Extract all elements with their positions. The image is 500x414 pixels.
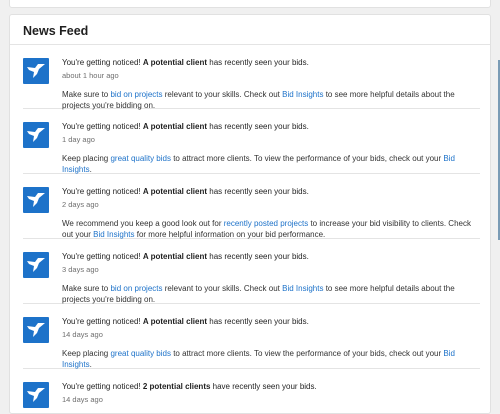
timestamp: 2 days ago — [62, 199, 99, 209]
feed-headline: You're getting noticed! 2 potential clie… — [62, 382, 317, 391]
feed-item: You're getting noticed! A potential clie… — [23, 109, 480, 174]
bid-on-projects-link[interactable]: bid on projects — [110, 284, 162, 293]
client-count: A potential client — [142, 122, 208, 131]
timestamp: 14 days ago — [62, 329, 103, 339]
feed-description: Keep placing great quality bids to attra… — [62, 154, 455, 174]
freelancer-bird-icon — [23, 58, 49, 84]
bid-insights-link[interactable]: Bid Insights — [282, 284, 323, 293]
great-quality-bids-link[interactable]: great quality bids — [110, 154, 170, 163]
feed-headline: You're getting noticed! A potential clie… — [62, 122, 309, 131]
client-count: A potential client — [142, 252, 208, 261]
previous-card — [9, 0, 491, 8]
news-feed-title: News Feed — [23, 24, 89, 38]
recently-posted-projects-link[interactable]: recently posted projects — [224, 219, 309, 228]
feed-item: You're getting noticed! A potential clie… — [23, 174, 480, 239]
feed-description: Make sure to bid on projects relevant to… — [62, 284, 455, 304]
feed-item: You're getting noticed! A potential clie… — [23, 239, 480, 304]
freelancer-bird-icon — [23, 317, 49, 343]
feed-headline: You're getting noticed! A potential clie… — [62, 187, 309, 196]
client-count: A potential client — [142, 58, 208, 67]
bid-insights-link[interactable]: Bid Insights — [93, 230, 134, 239]
timestamp: 3 days ago — [62, 264, 99, 274]
timestamp: 1 day ago — [62, 134, 95, 144]
feed-description: Keep placing great quality bids to attra… — [62, 349, 455, 369]
client-count: A potential client — [142, 317, 208, 326]
news-feed-card: News Feed You're getting noticed! A pote… — [9, 14, 491, 414]
bid-on-projects-link[interactable]: bid on projects — [110, 90, 162, 99]
freelancer-bird-icon — [23, 252, 49, 278]
client-count: A potential client — [142, 187, 208, 196]
client-count: 2 potential clients — [142, 382, 211, 391]
bid-insights-link[interactable]: Bid Insights — [282, 90, 323, 99]
feed-description: We recommend you keep a good look out fo… — [62, 219, 471, 239]
feed-headline: You're getting noticed! A potential clie… — [62, 252, 309, 261]
timestamp: about 1 hour ago — [62, 70, 119, 80]
great-quality-bids-link[interactable]: great quality bids — [110, 349, 170, 358]
feed-item: You're getting noticed! A potential clie… — [23, 45, 480, 110]
feed-headline: You're getting noticed! A potential clie… — [62, 317, 309, 326]
feed-headline: You're getting noticed! A potential clie… — [62, 58, 309, 67]
feed-item: You're getting noticed! A potential clie… — [23, 304, 480, 369]
freelancer-bird-icon — [23, 122, 49, 148]
news-feed-list: You're getting noticed! A potential clie… — [10, 45, 490, 413]
freelancer-bird-icon — [23, 382, 49, 408]
feed-description: Make sure to bid on projects relevant to… — [62, 90, 455, 110]
feed-item: You're getting noticed! 2 potential clie… — [23, 369, 480, 413]
news-feed-header: News Feed — [10, 15, 490, 45]
freelancer-bird-icon — [23, 187, 49, 213]
